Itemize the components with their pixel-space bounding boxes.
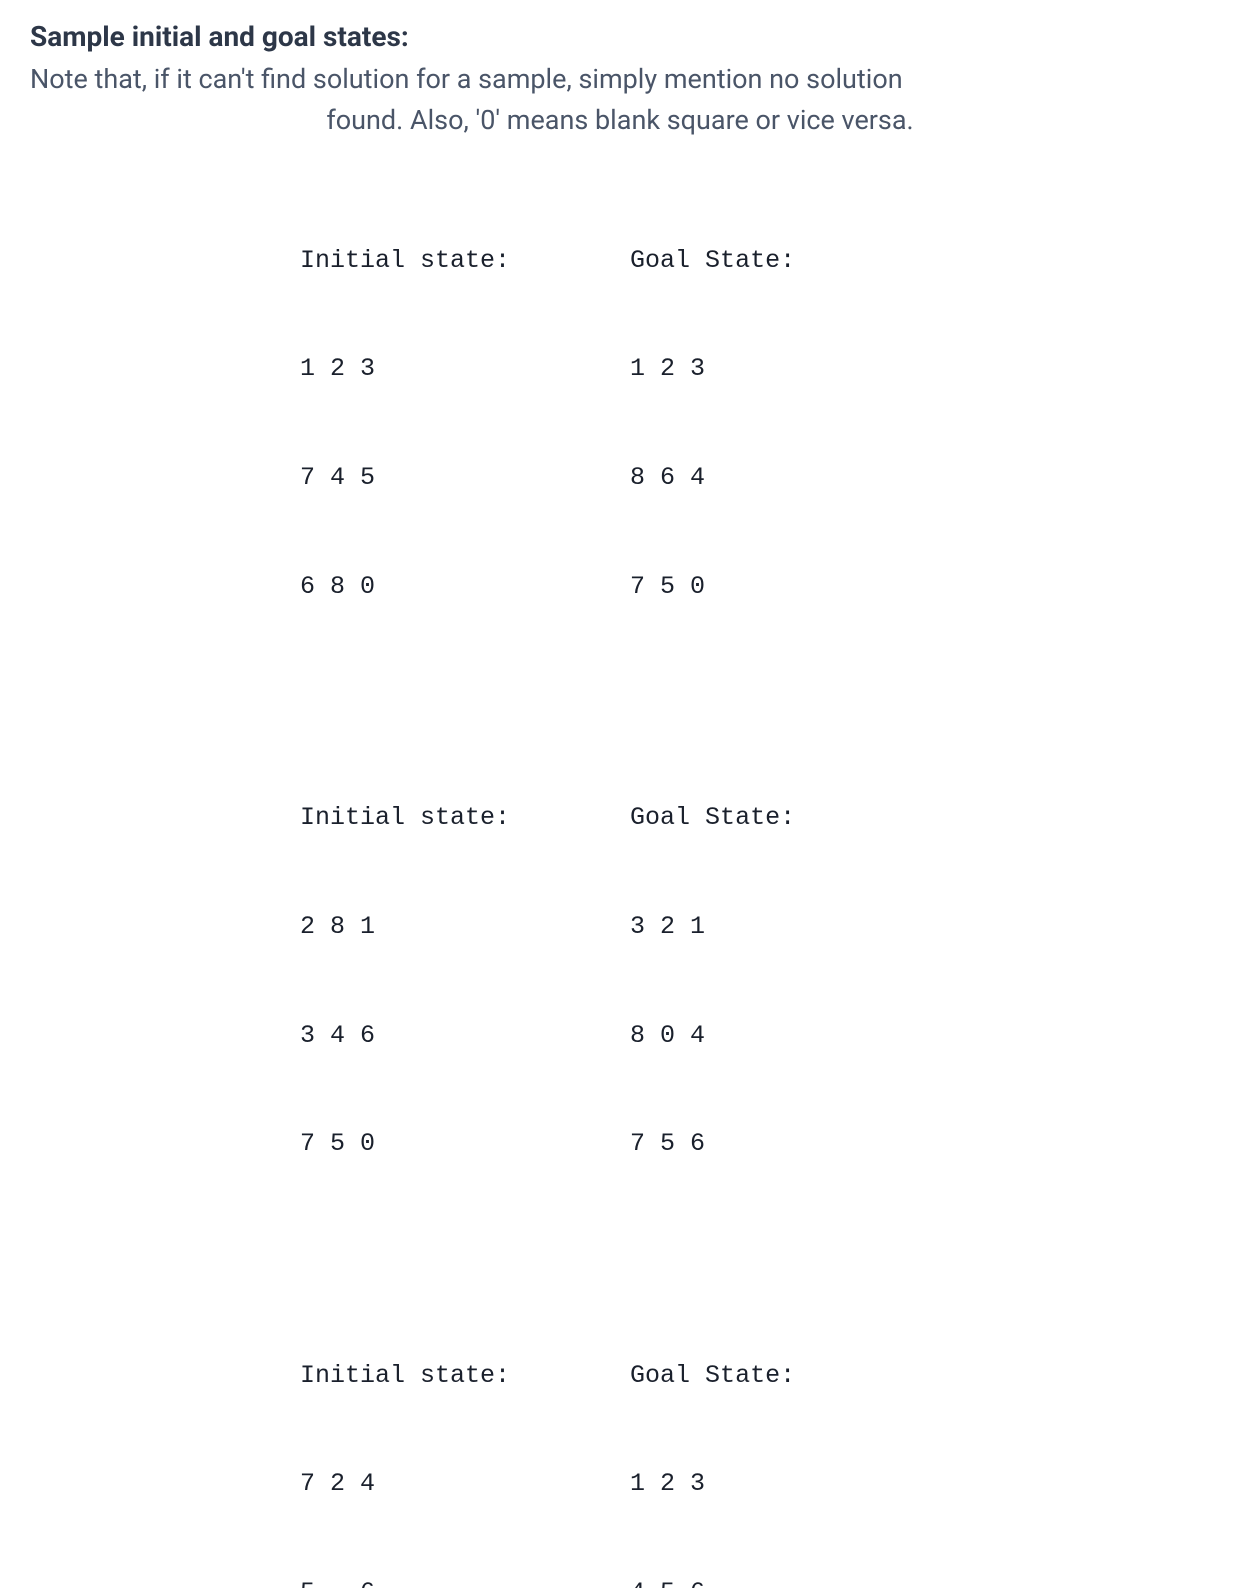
note-line-1: Note that, if it can't find solution for…	[30, 59, 1210, 100]
state-row: 1 2 3	[630, 1466, 795, 1502]
sample-row: Initial state: 7 2 4 5 6 8 3 1 Goal Stat…	[300, 1285, 1214, 1588]
state-row: 6 8 0	[300, 569, 510, 605]
state-row: 8 0 4	[630, 1018, 795, 1054]
goal-label: Goal State:	[630, 243, 795, 279]
goal-state-block: Goal State: 1 2 3 8 6 4 7 5 0	[630, 170, 795, 678]
initial-state-block: Initial state: 1 2 3 7 4 5 6 8 0	[300, 170, 510, 678]
initial-state-block: Initial state: 7 2 4 5 6 8 3 1	[300, 1285, 510, 1588]
sample-row: Initial state: 1 2 3 7 4 5 6 8 0 Goal St…	[300, 170, 1214, 678]
state-row: 7 4 5	[300, 460, 510, 496]
state-row: 2 8 1	[300, 909, 510, 945]
note-line-2: found. Also, '0' means blank square or v…	[30, 100, 1210, 141]
states-container: Initial state: 1 2 3 7 4 5 6 8 0 Goal St…	[30, 170, 1214, 1588]
initial-label: Initial state:	[300, 243, 510, 279]
state-row: 1 2 3	[630, 351, 795, 387]
section-heading: Sample initial and goal states:	[30, 20, 1214, 53]
note-text: Note that, if it can't find solution for…	[30, 59, 1210, 140]
state-row: 7 5 0	[300, 1126, 510, 1162]
initial-label: Initial state:	[300, 800, 510, 836]
goal-label: Goal State:	[630, 800, 795, 836]
state-row: 1 2 3	[300, 351, 510, 387]
goal-label: Goal State:	[630, 1358, 795, 1394]
state-row: 5 6	[300, 1575, 510, 1588]
goal-state-block: Goal State: 1 2 3 4 5 6 7 8	[630, 1285, 795, 1588]
state-row: 7 5 0	[630, 569, 795, 605]
initial-state-block: Initial state: 2 8 1 3 4 6 7 5 0	[300, 728, 510, 1236]
sample-row: Initial state: 2 8 1 3 4 6 7 5 0 Goal St…	[300, 728, 1214, 1236]
state-row: 4 5 6	[630, 1575, 795, 1588]
state-row: 7 2 4	[300, 1466, 510, 1502]
state-row: 7 5 6	[630, 1126, 795, 1162]
state-row: 8 6 4	[630, 460, 795, 496]
state-row: 3 2 1	[630, 909, 795, 945]
state-row: 3 4 6	[300, 1018, 510, 1054]
goal-state-block: Goal State: 3 2 1 8 0 4 7 5 6	[630, 728, 795, 1236]
initial-label: Initial state:	[300, 1358, 510, 1394]
